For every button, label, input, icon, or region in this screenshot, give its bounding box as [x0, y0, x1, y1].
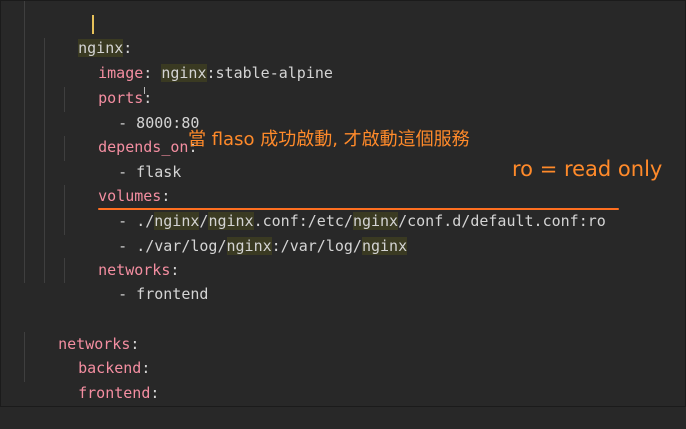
code-line-ports[interactable]: ports: [62, 62, 152, 107]
indent-guide [24, 0, 25, 283]
code-line-volume-1[interactable]: - ./nginx/nginx.conf:/etc/nginx/conf.d/d… [82, 185, 606, 230]
image-value-rest: :stable-alpine [206, 64, 333, 82]
code-line-depends-on[interactable]: depends_on: [62, 111, 197, 156]
path-nginx: nginx [361, 237, 408, 255]
code-editor[interactable]: nginx: image: nginx:stable-alpine ports:… [0, 0, 686, 407]
text-cursor [92, 15, 94, 34]
image-value-nginx: nginx [161, 64, 207, 82]
networks-item: - frontend [118, 285, 209, 303]
code-line-top-networks[interactable]: networks: [22, 308, 139, 353]
annotation-read-only-note: ro = read only [512, 157, 663, 181]
code-line-ports-item[interactable]: - 8000:80 [82, 87, 199, 132]
yaml-key-frontend: frontend [78, 384, 151, 402]
annotation-depends-on-note: 當 flaso 成功啟動, 才啟動這個服務 [188, 129, 470, 150]
code-line-image[interactable]: image: nginx:stable-alpine [62, 37, 333, 82]
path-segment: /conf.d/default.conf:ro [398, 212, 606, 230]
path-nginx: nginx [226, 237, 272, 255]
code-line-frontend[interactable]: frontend: [42, 357, 159, 402]
code-line-nginx[interactable]: nginx: [42, 12, 132, 57]
code-line-networks[interactable]: networks: [62, 234, 179, 279]
code-line-backend[interactable]: backend: [42, 332, 150, 377]
code-line-volumes[interactable]: volumes: [62, 160, 170, 205]
code-line-volume-2[interactable]: - ./var/log/nginx:/var/log/nginx [82, 210, 408, 255]
code-line-networks-item[interactable]: - frontend [82, 258, 208, 303]
path-segment: :/var/log/ [271, 237, 362, 255]
code-line-depends-on-item[interactable]: - flask [82, 136, 181, 181]
colon: : [150, 384, 160, 402]
mouse-ibeam-icon: I [143, 86, 146, 97]
